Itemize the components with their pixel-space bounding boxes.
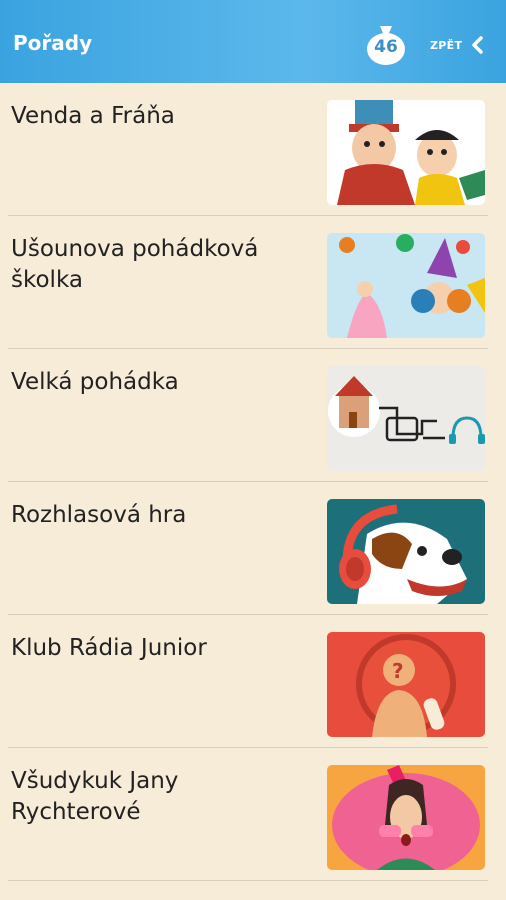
list-item-vsudykuk[interactable]: Všudykuk Jany Rychterové [0,748,506,881]
show-title: Ušounova pohádková školka [11,236,259,293]
chevron-left-icon [470,36,484,54]
badge-count: 46 [374,37,398,57]
list-item-klub-radia-junior[interactable]: Klub Rádia Junior ? [0,615,506,748]
silhouette-question-thumbnail: ? [327,632,485,737]
back-button[interactable]: ZPĚT [430,35,484,55]
show-title: Velká pohádka [11,369,179,395]
castle-headphones-thumbnail [327,366,485,471]
cartoon-duo-thumbnail [327,100,485,205]
row-divider [8,880,488,881]
show-list: Venda a Fráňa Ušounova pohádková školka [0,83,506,881]
list-item-venda-a-frana[interactable]: Venda a Fráňa [0,83,506,216]
dog-headphones-thumbnail [327,499,485,604]
show-title: Rozhlasová hra [11,502,187,528]
woman-glasses-thumbnail [327,765,485,870]
list-item-velka-pohadka[interactable]: Velká pohádka [0,349,506,482]
show-title: Klub Rádia Junior [11,635,207,661]
list-item-usounova-skolka[interactable]: Ušounova pohádková školka [0,216,506,349]
list-item-rozhlasova-hra[interactable]: Rozhlasová hra [0,482,506,615]
fairy-tale-characters-thumbnail [327,233,485,338]
app-header: Pořady 46 ZPĚT [0,0,506,83]
page-title: Pořady [13,31,93,55]
svg-text:?: ? [392,659,404,683]
show-title: Všudykuk Jany Rychterové [11,768,179,825]
show-title: Venda a Fráňa [11,103,175,129]
count-badge[interactable]: 46 [363,22,409,66]
back-label: ZPĚT [430,38,463,52]
